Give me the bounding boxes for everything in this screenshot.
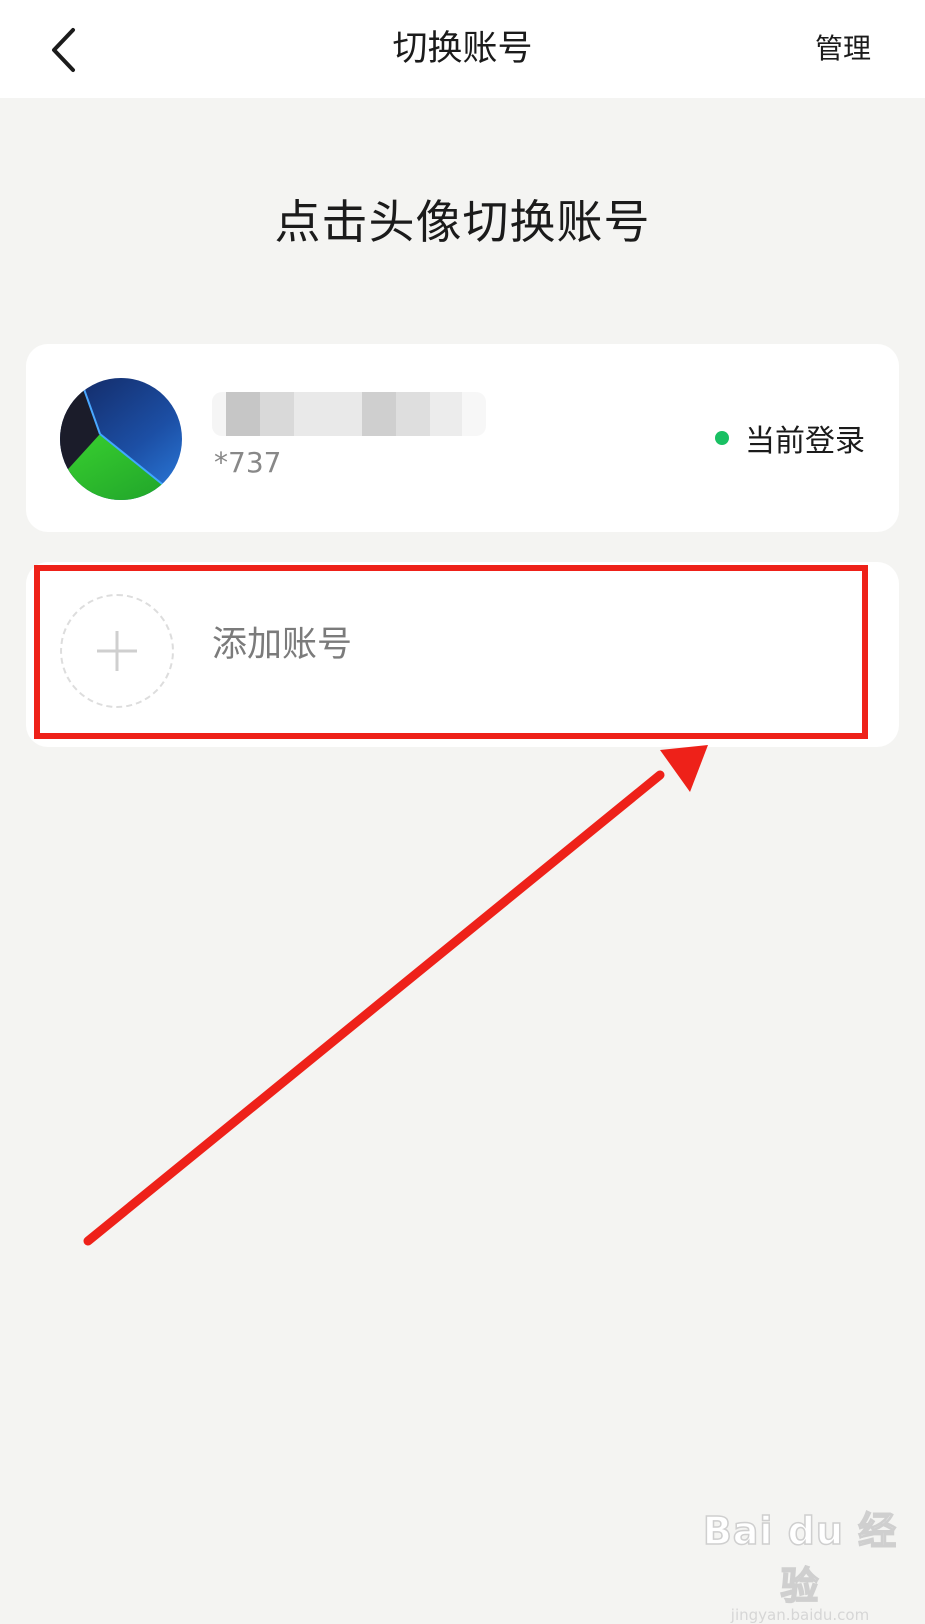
- back-button[interactable]: [36, 20, 96, 80]
- chevron-left-icon: [52, 28, 75, 72]
- status-dot-icon: [715, 431, 729, 445]
- login-status: 当前登录: [715, 416, 865, 460]
- watermark-url: jingyan.baidu.com: [730, 1606, 870, 1624]
- account-card[interactable]: *737 当前登录: [26, 344, 899, 532]
- account-name-blurred: [212, 392, 486, 436]
- plus-icon: [97, 631, 137, 671]
- switch-account-hint: 点击头像切换账号: [274, 195, 651, 249]
- add-account-button[interactable]: 添加账号: [26, 562, 899, 747]
- page-title: 切换账号: [392, 29, 533, 69]
- watermark: Bai du 经验 jingyan.baidu.com: [700, 1500, 900, 1624]
- account-id: *737: [214, 446, 282, 479]
- manage-button[interactable]: 管理: [815, 26, 871, 72]
- nav-bar: 切换账号 管理: [0, 0, 925, 98]
- add-account-label: 添加账号: [212, 625, 353, 665]
- login-status-label: 当前登录: [745, 424, 865, 459]
- avatar[interactable]: [60, 378, 182, 500]
- add-account-circle[interactable]: [60, 594, 174, 708]
- watermark-logo: Bai du 经验: [702, 1508, 898, 1609]
